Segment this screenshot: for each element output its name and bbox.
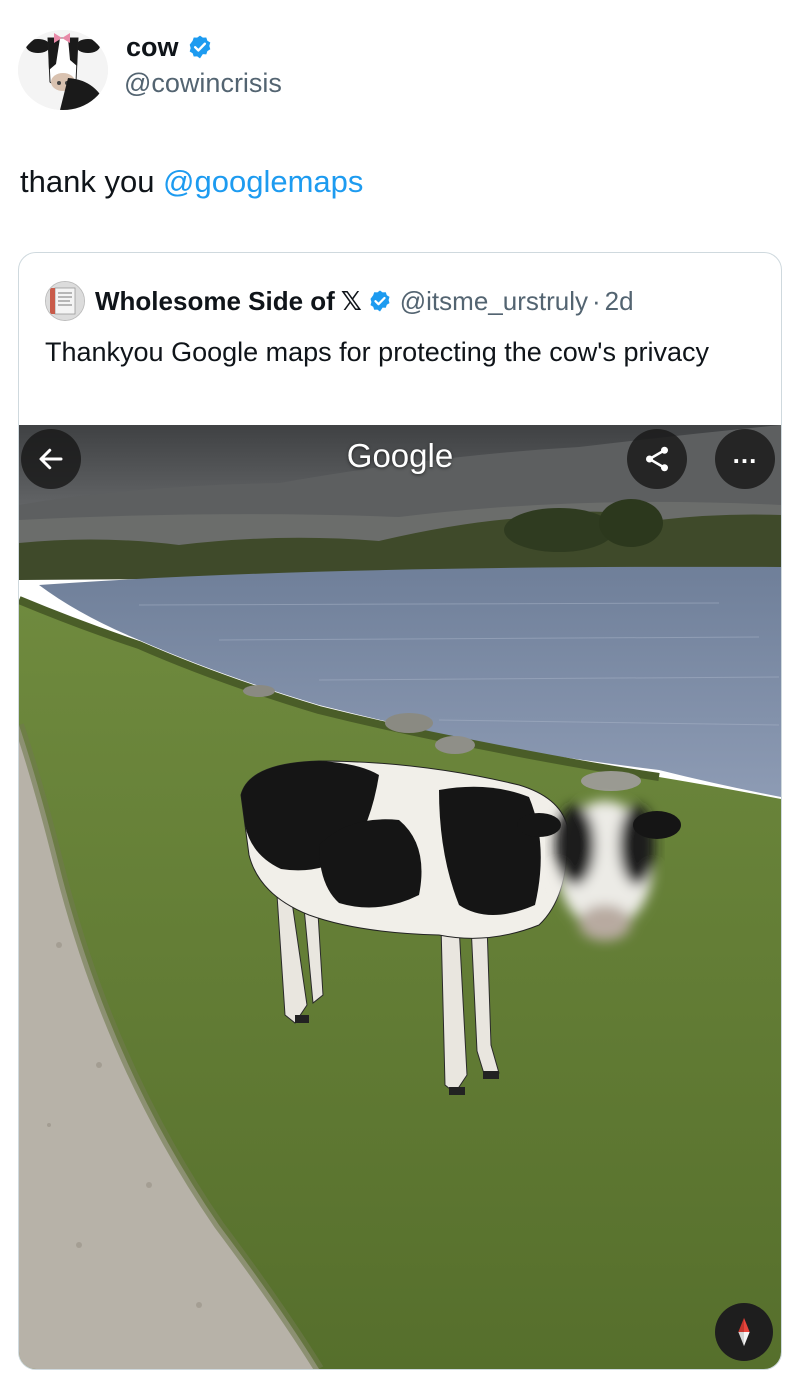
share-icon xyxy=(646,446,668,472)
author-name-row[interactable]: cow xyxy=(126,30,213,64)
mention-link[interactable]: @googlemaps xyxy=(163,164,363,199)
x-logo-icon: 𝕏 xyxy=(340,286,362,316)
more-horizontal-icon: ... xyxy=(732,439,758,469)
quoted-post[interactable]: Wholesome Side of 𝕏 @itsme_urstruly · 2d… xyxy=(18,252,782,1370)
quoted-timestamp[interactable]: 2d xyxy=(605,284,634,318)
quoted-text: Thankyou Google maps for protecting the … xyxy=(45,337,709,367)
streetview-scene xyxy=(19,425,781,1369)
tweet-text: thank you @googlemaps xyxy=(20,162,363,202)
streetview-photo[interactable]: Google ... xyxy=(19,425,781,1369)
tweet-text-body: thank you xyxy=(20,164,164,199)
back-button[interactable] xyxy=(21,429,81,489)
verified-badge-icon xyxy=(370,290,390,312)
author-handle[interactable]: @cowincrisis xyxy=(124,66,282,100)
quoted-header: Wholesome Side of 𝕏 @itsme_urstruly · 2d xyxy=(45,281,634,321)
more-options-button[interactable]: ... xyxy=(715,429,775,489)
compass-icon xyxy=(738,1317,750,1347)
quoted-author-name[interactable]: Wholesome Side of xyxy=(95,284,335,318)
quoted-author-avatar[interactable] xyxy=(45,281,85,321)
share-button[interactable] xyxy=(627,429,687,489)
arrow-left-icon xyxy=(39,448,63,470)
author-avatar[interactable] xyxy=(18,30,108,110)
compass-button[interactable] xyxy=(715,1303,773,1361)
author-name[interactable]: cow xyxy=(126,30,179,64)
separator-dot: · xyxy=(591,286,601,316)
verified-badge-icon xyxy=(189,35,210,59)
quoted-author-handle[interactable]: @itsme_urstruly xyxy=(400,284,588,318)
